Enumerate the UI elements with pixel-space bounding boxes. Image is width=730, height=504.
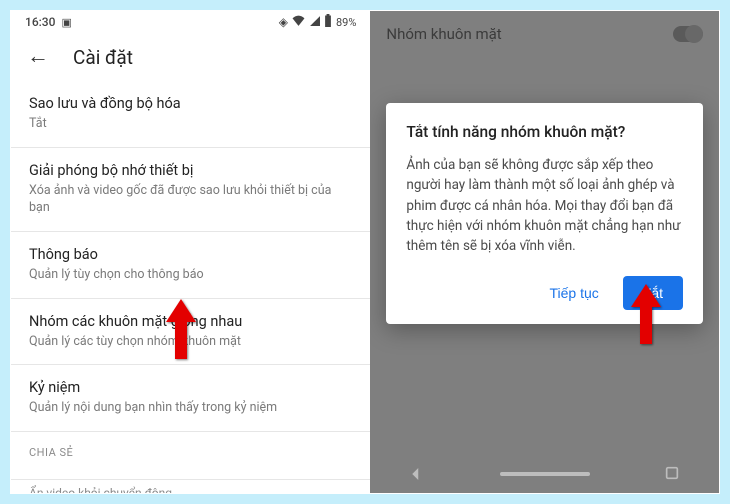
item-free-storage[interactable]: Giải phóng bộ nhớ thiết bị Xóa ảnh và vi… [11,148,370,232]
item-title: Kỷ niệm [29,379,352,396]
image-icon: ▣ [61,16,71,29]
item-subtitle: Quản lý các tùy chọn nhóm khuôn mặt [29,334,352,351]
status-bar: 16:30 ▣ ◈ 89% [11,11,370,33]
nav-recent-icon[interactable] [664,465,682,483]
item-title: Thông báo [29,246,352,263]
page-title: Cài đặt [73,46,133,69]
item-title: Nhóm các khuôn mặt giống nhau [29,313,352,330]
signal-icon [309,15,320,29]
tutorial-frame: 16:30 ▣ ◈ 89% ← Cài đặt [10,10,720,494]
item-title: Sao lưu và đồng bộ hóa [29,95,352,112]
battery-icon [324,14,332,30]
face-group-header: Nhóm khuôn mặt [370,11,719,57]
dialog-body: Ảnh của bạn sẽ không được sắp xếp theo n… [406,155,683,256]
item-partial: Ẩn video khỏi chuyển động [11,479,370,493]
wifi-icon [292,15,305,29]
item-subtitle: Xóa ảnh và video gốc đã được sao lưu khỏ… [29,183,352,217]
android-navbar [370,455,719,493]
settings-header: ← Cài đặt [11,33,370,81]
section-share-label: CHIA SẺ [11,432,370,465]
face-group-toggle[interactable] [673,26,703,42]
battery-text: 89% [336,16,356,29]
vibrate-icon: ◈ [279,15,288,29]
nav-back-icon[interactable] [407,465,425,483]
item-subtitle: Quản lý nội dung bạn nhìn thấy trong kỷ … [29,400,352,417]
status-icons: ◈ 89% [279,14,357,30]
dialog-scrim: Tắt tính năng nhóm khuôn mặt? Ảnh của bạ… [370,57,719,493]
header-title: Nhóm khuôn mặt [386,25,501,43]
confirm-dialog: Tắt tính năng nhóm khuôn mặt? Ảnh của bạ… [386,103,703,324]
item-face-grouping[interactable]: Nhóm các khuôn mặt giống nhau Quản lý cá… [11,299,370,366]
back-icon[interactable]: ← [27,46,49,68]
item-notifications[interactable]: Thông báo Quản lý tùy chọn cho thông báo [11,232,370,299]
dialog-title: Tắt tính năng nhóm khuôn mặt? [406,123,683,141]
continue-button[interactable]: Tiếp tục [537,277,610,309]
item-subtitle: Quản lý tùy chọn cho thông báo [29,267,352,284]
off-button[interactable]: Tắt [623,276,683,310]
item-title: Giải phóng bộ nhớ thiết bị [29,162,352,179]
phone-left: 16:30 ▣ ◈ 89% ← Cài đặt [11,11,370,493]
phone-right: Nhóm khuôn mặt Tắt tính năng nhóm khuôn … [370,11,719,493]
settings-list: Sao lưu và đồng bộ hóa Tắt Giải phóng bộ… [11,81,370,493]
item-backup[interactable]: Sao lưu và đồng bộ hóa Tắt [11,81,370,148]
item-subtitle: Tắt [29,116,352,133]
item-memories[interactable]: Kỷ niệm Quản lý nội dung bạn nhìn thấy t… [11,365,370,432]
dialog-buttons: Tiếp tục Tắt [406,276,683,310]
status-time: 16:30 [25,15,55,29]
nav-home-pill[interactable] [500,472,590,476]
